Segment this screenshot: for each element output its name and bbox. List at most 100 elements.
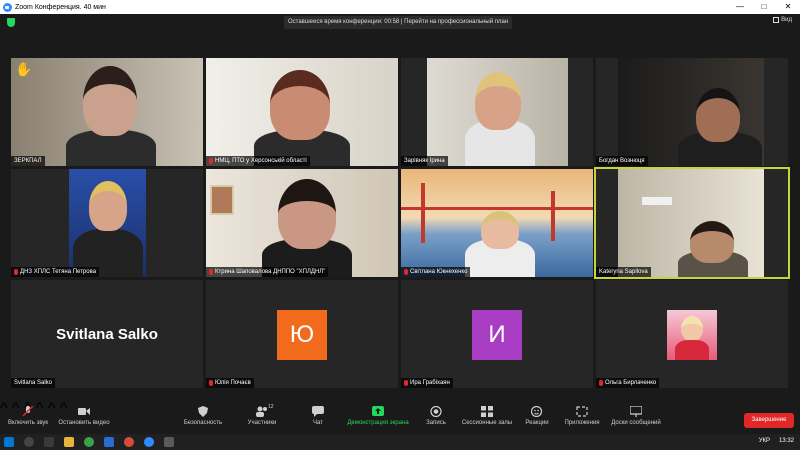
participant-tile[interactable]: ✋ ЗЕРКПАЛ xyxy=(11,58,203,166)
zoom-taskbar-icon[interactable] xyxy=(144,437,154,447)
breakout-rooms-icon xyxy=(481,406,493,417)
file-explorer-icon[interactable] xyxy=(64,437,74,447)
participant-tile[interactable]: Ольга Бирлаченко xyxy=(596,280,788,388)
windows-start-icon[interactable] xyxy=(4,437,14,447)
unmute-label: Включить звук xyxy=(7,420,48,426)
participant-avatar: Ю xyxy=(277,310,327,360)
participants-button[interactable]: Участники xyxy=(240,406,284,426)
word-icon[interactable] xyxy=(104,437,114,447)
muted-microphone-icon xyxy=(22,405,34,417)
breakout-rooms-button[interactable]: Сессионные залы xyxy=(458,406,516,426)
record-button[interactable]: Запись xyxy=(422,405,450,426)
participant-display-name: Svitlana Salko xyxy=(56,326,158,343)
unmute-button[interactable]: Включить звук xyxy=(6,405,50,426)
zoom-logo-icon xyxy=(3,2,12,12)
participant-name: Зарівняк Ірина xyxy=(401,156,448,166)
chat-label: Чат xyxy=(313,420,323,426)
participant-tile[interactable]: И Ира Грабіхаян xyxy=(401,280,593,388)
participant-video xyxy=(69,169,146,277)
search-icon[interactable] xyxy=(24,437,34,447)
share-screen-button[interactable]: Демонстрация экрана xyxy=(344,406,412,426)
record-icon xyxy=(430,405,442,418)
pinned-app-icon[interactable] xyxy=(164,437,174,447)
participant-avatar: И xyxy=(472,310,522,360)
participant-name: НМЦ, ПТО у Херсонській області xyxy=(206,156,310,166)
participants-count: 12 xyxy=(268,404,274,410)
participant-name: Юлія Почаєв xyxy=(206,378,254,388)
muted-mic-icon xyxy=(209,269,213,275)
close-icon[interactable]: ✕ xyxy=(776,0,800,14)
minimize-icon[interactable]: — xyxy=(728,0,752,14)
encryption-shield-icon[interactable] xyxy=(7,18,15,27)
participant-tile[interactable]: НМЦ, ПТО у Херсонській області xyxy=(206,58,398,166)
participant-tile-active-speaker[interactable]: Kateryna Sapilova xyxy=(594,167,790,279)
share-screen-icon xyxy=(372,406,384,417)
meeting-info-bar: Оставшееся время конференции: 00:58 | Пе… xyxy=(0,14,800,31)
apps-button[interactable]: Приложения xyxy=(560,406,604,426)
participant-video xyxy=(618,169,764,277)
stop-video-label: Остановить видео xyxy=(58,420,110,426)
view-button[interactable]: Вид xyxy=(773,17,792,23)
security-label: Безопасность xyxy=(183,420,223,426)
participants-label: Участники xyxy=(247,420,277,426)
muted-mic-icon xyxy=(209,380,213,386)
share-screen-label: Демонстрация экрана xyxy=(347,420,409,426)
whiteboards-button[interactable]: Доски сообщений xyxy=(606,405,666,426)
windows-taskbar: УКР 13:32 xyxy=(0,434,800,450)
grid-view-icon xyxy=(773,17,780,23)
participant-photo-avatar xyxy=(667,310,717,360)
participant-tile[interactable]: ДНЗ ХПЛС Тетяна Петрова xyxy=(11,169,203,277)
participant-tile[interactable]: Ктрина Шаповалова ДНППО "ХПЛДНЛ" xyxy=(206,169,398,277)
participant-tile[interactable]: Світлана Юкнехенко xyxy=(401,169,593,277)
apps-icon xyxy=(576,406,588,417)
reactions-button[interactable]: Реакции xyxy=(522,405,552,426)
muted-mic-icon xyxy=(14,269,18,275)
video-camera-icon xyxy=(78,406,90,417)
participant-video xyxy=(427,58,568,166)
muted-mic-icon xyxy=(404,380,408,386)
muted-mic-icon xyxy=(599,380,603,386)
participant-tile[interactable]: Ю Юлія Почаєв xyxy=(206,280,398,388)
window-controls: — □ ✕ xyxy=(728,0,800,14)
maximize-icon[interactable]: □ xyxy=(752,0,776,14)
reactions-label: Реакции xyxy=(525,420,549,426)
title-bar: Zoom Конференция. 40 мин — □ ✕ xyxy=(0,0,800,14)
smiley-plus-icon xyxy=(530,405,543,418)
participant-video xyxy=(401,169,593,277)
record-label: Запись xyxy=(426,420,446,426)
participants-icon xyxy=(256,406,268,417)
shield-icon xyxy=(197,406,209,417)
input-language[interactable]: УКР xyxy=(759,438,770,444)
meeting-timer-banner[interactable]: Оставшееся время конференции: 00:58 | Пе… xyxy=(284,16,513,29)
apps-label: Приложения xyxy=(564,420,600,426)
whiteboard-icon xyxy=(629,405,643,417)
participant-tile[interactable]: Богдан Вознюця xyxy=(596,58,788,166)
participant-name: Ктрина Шаповалова ДНППО "ХПЛДНЛ" xyxy=(206,267,329,277)
participant-video xyxy=(206,58,398,166)
participant-name: ЗЕРКПАЛ xyxy=(11,156,45,166)
participant-name: Світлана Юкнехенко xyxy=(401,267,471,277)
participant-name: Богдан Вознюця xyxy=(596,156,648,166)
taskbar-clock[interactable]: 13:32 xyxy=(779,438,794,444)
participant-video xyxy=(206,169,398,277)
muted-mic-icon xyxy=(404,269,408,275)
participant-tile[interactable]: Svitlana Salko Svitlana Salko xyxy=(11,280,203,388)
security-button[interactable]: Безопасность xyxy=(180,406,226,426)
whiteboards-label: Доски сообщений xyxy=(611,420,661,426)
opera-icon[interactable] xyxy=(124,437,134,447)
participant-video xyxy=(618,58,764,166)
task-view-icon[interactable] xyxy=(44,437,54,447)
participant-name: Ира Грабіхаян xyxy=(401,378,453,388)
chat-button[interactable]: Чат xyxy=(304,406,332,426)
participant-name: Ольга Бирлаченко xyxy=(596,378,660,388)
participant-name: Svitlana Salko xyxy=(11,378,56,388)
chrome-icon[interactable] xyxy=(84,437,94,447)
participant-name: Kateryna Sapilova xyxy=(596,267,651,277)
breakout-rooms-label: Сессионные залы xyxy=(461,420,513,426)
raised-hand-icon: ✋ xyxy=(15,61,33,77)
participant-tile[interactable]: Зарівняк Ірина xyxy=(401,58,593,166)
participant-name: ДНЗ ХПЛС Тетяна Петрова xyxy=(11,267,100,277)
stop-video-button[interactable]: Остановить видео xyxy=(56,406,112,426)
meeting-toolbar: Включить звук ^ Остановить видео ^ Безоп… xyxy=(0,400,800,434)
end-meeting-button[interactable]: Завершение xyxy=(744,413,794,428)
